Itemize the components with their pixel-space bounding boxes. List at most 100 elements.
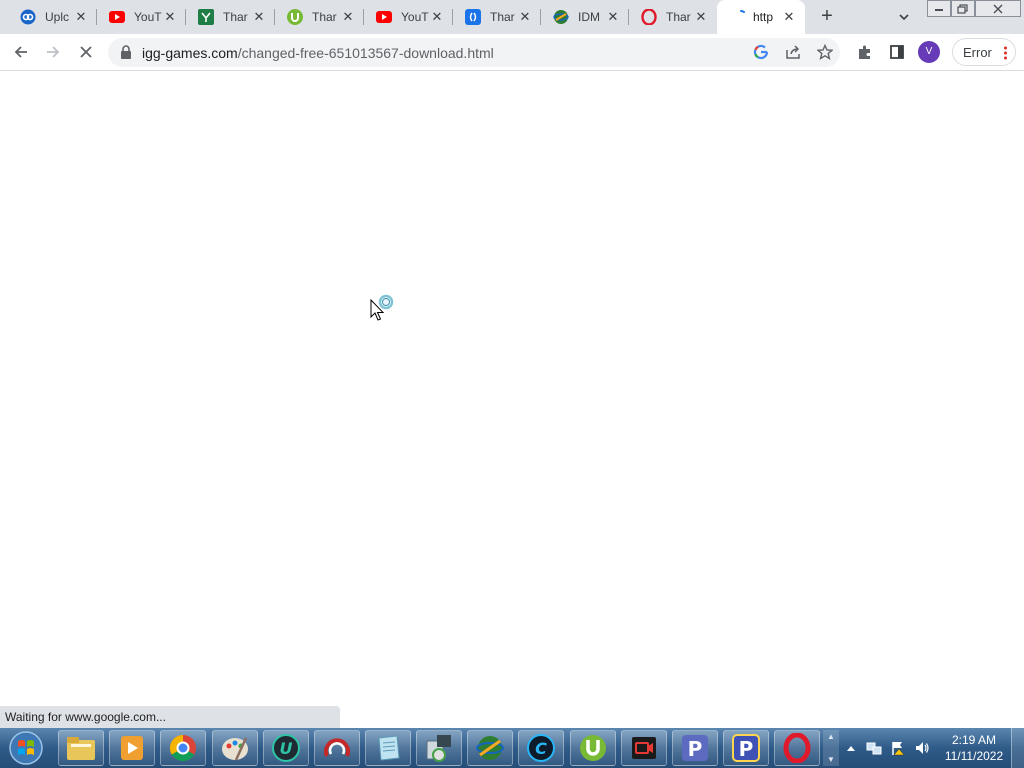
media-player-icon	[121, 736, 143, 760]
taskbar-p-app-2[interactable]: P	[723, 730, 769, 766]
profile-avatar[interactable]: V	[918, 41, 940, 63]
tab-close-icon[interactable]: ✕	[340, 9, 356, 25]
lock-icon[interactable]	[120, 45, 132, 59]
c-app-icon: C	[527, 734, 555, 762]
tab-close-icon[interactable]: ✕	[73, 9, 89, 25]
tab-close-icon[interactable]: ✕	[251, 9, 267, 25]
tab-close-icon[interactable]: ✕	[517, 9, 533, 25]
tab-idm[interactable]: IDM ✕	[541, 0, 629, 34]
clock-time: 2:19 AM	[951, 733, 997, 747]
extensions-button[interactable]	[855, 42, 875, 62]
tab-title: Thar	[666, 10, 691, 24]
bookmark-star-icon[interactable]	[816, 43, 834, 61]
tab-sheet[interactable]: Thar ✕	[186, 0, 275, 34]
forward-button[interactable]	[43, 42, 63, 62]
start-button[interactable]	[4, 730, 48, 766]
tab-close-icon[interactable]: ✕	[429, 9, 445, 25]
paint-palette-icon	[222, 737, 248, 761]
windows-orb-icon	[9, 731, 43, 765]
tab-close-icon[interactable]: ✕	[693, 9, 709, 25]
status-bar: Waiting for www.google.com...	[0, 706, 340, 728]
tab-close-icon[interactable]: ✕	[162, 9, 178, 25]
restore-icon	[957, 3, 968, 14]
back-button[interactable]	[11, 42, 31, 62]
back-arrow-icon	[14, 46, 27, 58]
bracket-icon	[465, 9, 481, 25]
taskbar-clock[interactable]: 2:19 AM 11/11/2022	[937, 732, 1011, 764]
p-app-2-icon: P	[732, 734, 760, 762]
new-tab-button[interactable]: +	[816, 6, 838, 28]
side-panel-button[interactable]	[887, 42, 907, 62]
taskbar-utorrent[interactable]	[570, 730, 616, 766]
tab-title: Thar	[312, 10, 337, 24]
tab-search-chevron-icon[interactable]	[895, 8, 913, 26]
minimize-button[interactable]	[927, 0, 951, 17]
u-app-icon: U	[272, 734, 300, 762]
installer-icon	[426, 735, 451, 762]
tab-active-loading[interactable]: http ✕	[717, 0, 805, 34]
minimize-icon	[935, 8, 943, 11]
close-icon	[993, 4, 1003, 13]
tab-utorrent[interactable]: Thar ✕	[275, 0, 364, 34]
browser-toolbar: igg-games.com/changed-free-651013567-dow…	[0, 34, 1024, 71]
notepad-icon	[378, 735, 400, 761]
taskbar-installer[interactable]	[416, 730, 462, 766]
tab-title: YouT	[134, 10, 162, 24]
url-path: /changed-free-651013567-download.html	[237, 45, 494, 61]
taskbar-opera[interactable]	[774, 730, 820, 766]
tab-youtube-2[interactable]: YouT ✕	[364, 0, 453, 34]
taskbar-c-app[interactable]: C	[518, 730, 564, 766]
volume-icon[interactable]	[914, 740, 930, 756]
opera-icon	[641, 9, 657, 25]
restore-button[interactable]	[951, 0, 975, 17]
taskbar-chrome[interactable]	[160, 730, 206, 766]
idm-globe-icon	[553, 9, 569, 25]
tab-title: Thar	[223, 10, 248, 24]
side-panel-icon	[890, 45, 904, 59]
taskbar-u-app[interactable]: U	[263, 730, 309, 766]
taskbar-file-explorer[interactable]	[58, 730, 104, 766]
show-hidden-icons-button[interactable]	[843, 740, 859, 756]
scroll-up-icon[interactable]: ▲	[827, 732, 835, 741]
chrome-icon	[169, 734, 196, 762]
network-icon[interactable]	[866, 740, 882, 756]
address-bar[interactable]: igg-games.com/changed-free-651013567-dow…	[108, 38, 840, 67]
busy-cursor-icon	[370, 293, 398, 323]
opera-icon	[783, 733, 811, 763]
taskbar-cleaner[interactable]	[314, 730, 360, 766]
share-icon[interactable]	[784, 43, 802, 61]
close-window-button[interactable]	[975, 0, 1021, 17]
page-content	[0, 71, 1024, 728]
taskbar-idm[interactable]	[467, 730, 513, 766]
uploaded-logo-icon	[20, 9, 36, 25]
tab-close-icon[interactable]: ✕	[781, 9, 797, 25]
loading-icon	[733, 9, 749, 25]
taskbar-scroll-buttons[interactable]: ▲ ▼	[823, 730, 839, 766]
p-app-icon: P	[682, 735, 708, 761]
tab-title: IDM	[578, 10, 600, 24]
windows-taskbar: U C P P ▲ ▼ 2:19 AM 11/11/2022	[0, 728, 1024, 768]
tab-close-icon[interactable]: ✕	[605, 9, 621, 25]
forward-arrow-icon	[47, 46, 60, 58]
taskbar-screen-recorder[interactable]	[621, 730, 667, 766]
screen-recorder-icon	[632, 737, 656, 759]
url-text[interactable]: igg-games.com/changed-free-651013567-dow…	[142, 45, 494, 61]
action-center-flag-icon[interactable]	[890, 740, 906, 756]
stop-loading-button[interactable]	[76, 42, 96, 62]
tab-uploaded[interactable]: Uplc ✕	[0, 0, 97, 34]
cleaner-icon	[324, 738, 350, 757]
taskbar-media-player[interactable]	[109, 730, 155, 766]
taskbar-notepad[interactable]	[365, 730, 411, 766]
tab-bracket[interactable]: Thar ✕	[453, 0, 541, 34]
tab-title: Uplc	[45, 10, 70, 24]
error-menu-button[interactable]: Error	[952, 38, 1016, 66]
google-lens-icon[interactable]	[752, 43, 770, 61]
scroll-down-icon[interactable]: ▼	[827, 755, 835, 764]
tab-youtube-1[interactable]: YouT ✕	[97, 0, 186, 34]
taskbar-p-app[interactable]: P	[672, 730, 718, 766]
tab-title: YouT	[401, 10, 429, 24]
taskbar-paint[interactable]	[212, 730, 258, 766]
sheet-icon	[198, 9, 214, 25]
show-desktop-button[interactable]	[1011, 728, 1024, 768]
tab-opera[interactable]: Thar ✕	[629, 0, 717, 34]
